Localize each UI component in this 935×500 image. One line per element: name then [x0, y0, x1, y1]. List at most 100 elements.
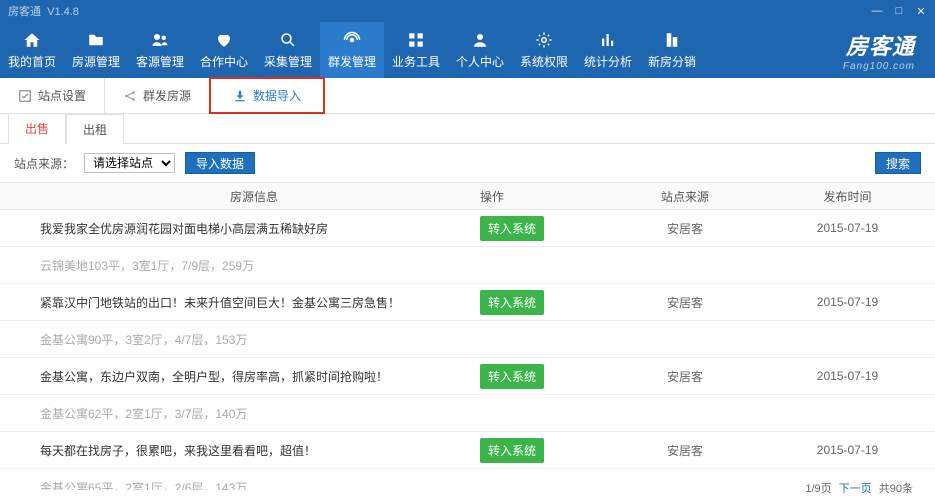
nav-label: 房源管理 [72, 53, 120, 70]
import-icon [233, 89, 247, 103]
nav-auth[interactable]: 系统权限 [512, 22, 576, 78]
nav-label: 个人中心 [456, 53, 504, 70]
search-button[interactable]: 搜索 [875, 152, 921, 174]
transfer-button[interactable]: 转入系统 [480, 364, 544, 389]
transfer-button[interactable]: 转入系统 [480, 216, 544, 241]
pager-pos: 1/9页 [805, 483, 831, 495]
nav-label: 业务工具 [392, 53, 440, 70]
nav-tools[interactable]: 业务工具 [384, 22, 448, 78]
tab-sale[interactable]: 出售 [8, 113, 66, 144]
home-icon [21, 30, 43, 50]
tool-label: 站点设置 [38, 87, 86, 104]
tool-data-import[interactable]: 数据导入 [209, 77, 325, 114]
table-row-meta: 云锦美地103平，3室1厅，7/9层，259万 [0, 247, 935, 284]
import-button[interactable]: 导入数据 [185, 152, 255, 174]
transfer-button[interactable]: 转入系统 [480, 438, 544, 463]
main-nav: 我的首页 房源管理 客源管理 合作中心 采集管理 群发管理 业务工具 个人中心 [0, 22, 935, 78]
table-row: 我爱我家全优房源润花园对面电梯小高层满五稀缺好房转入系统 安居客2015-07-1… [0, 210, 935, 247]
row-op: 转入系统 [480, 290, 610, 315]
minimize-icon[interactable]: — [871, 5, 883, 18]
brand-name: 房客通 [846, 29, 915, 61]
building-icon [661, 30, 683, 50]
row-op: 转入系统 [480, 364, 610, 389]
table-row-meta: 金基公寓62平，2室1厅，3/7层，140万 [0, 395, 935, 432]
person-icon [469, 30, 491, 50]
row-source: 安居客 [610, 294, 760, 311]
pager-next[interactable]: 下一页 [839, 483, 872, 495]
col-src: 站点来源 [610, 188, 760, 205]
nav-items: 我的首页 房源管理 客源管理 合作中心 采集管理 群发管理 业务工具 个人中心 [0, 22, 704, 78]
tool-site-setting[interactable]: 站点设置 [0, 78, 105, 113]
row-time: 2015-07-19 [760, 221, 935, 235]
nav-home[interactable]: 我的首页 [0, 22, 64, 78]
col-op: 操作 [480, 188, 610, 205]
table-row-meta: 金基公寓65平，2室1厅，2/6层，143万 [0, 469, 935, 490]
row-meta-text: 金基公寓65平，2室1厅，2/6层，143万 [0, 479, 480, 491]
folder-icon [85, 30, 107, 50]
pager: 1/9页 下一页 共90条 [805, 480, 913, 496]
table-body[interactable]: 我爱我家全优房源润花园对面电梯小高层满五稀缺好房转入系统安居客2015-07-1… [0, 210, 935, 490]
nav-listings[interactable]: 房源管理 [64, 22, 128, 78]
nav-customers[interactable]: 客源管理 [128, 22, 192, 78]
transfer-button[interactable]: 转入系统 [480, 290, 544, 315]
tool-mass-send[interactable]: 群发房源 [105, 78, 210, 113]
row-source: 安居客 [610, 220, 760, 237]
handshake-icon [213, 30, 235, 50]
row-time: 2015-07-19 [760, 443, 935, 457]
brand-sub: Fang100.com [843, 61, 915, 72]
tool-label: 群发房源 [143, 87, 191, 104]
nav-newhouse[interactable]: 新房分销 [640, 22, 704, 78]
broadcast-icon [341, 30, 363, 50]
row-title: 我爱我家全优房源润花园对面电梯小高层满五稀缺好房 [0, 220, 480, 237]
users-icon [149, 30, 171, 50]
table-row: 金基公寓，东边户双南，全明户型，得房率高，抓紧时间抢购啦！转入系统安居客2015… [0, 358, 935, 395]
nav-label: 系统权限 [520, 53, 568, 70]
nav-label: 客源管理 [136, 53, 184, 70]
row-meta-text: 金基公寓90平，3室2厅，4/7层，153万 [0, 331, 480, 348]
filter-label: 站点来源： [14, 155, 74, 172]
row-title: 紧靠汉中门地铁站的出口！未来升值空间巨大！金基公寓三房急售！ [0, 294, 480, 311]
title-bar: 房客通 V1.4.8 — □ ✕ [0, 0, 935, 22]
nav-label: 我的首页 [8, 53, 56, 70]
app-title: 房客通 V1.4.8 [8, 3, 79, 19]
table-header: 房源信息 操作 站点来源 发布时间 [0, 182, 935, 210]
row-op: 转入系统 [480, 216, 610, 241]
nav-broadcast[interactable]: 群发管理 [320, 22, 384, 78]
nav-coop[interactable]: 合作中心 [192, 22, 256, 78]
table-row: 紧靠汉中门地铁站的出口！未来升值空间巨大！金基公寓三房急售！转入系统 安居客201… [0, 284, 935, 321]
col-info: 房源信息 [0, 188, 480, 205]
filter-bar: 站点来源： 请选择站点 导入数据 搜索 [0, 144, 935, 182]
nav-profile[interactable]: 个人中心 [448, 22, 512, 78]
grid-icon [405, 30, 427, 50]
tab-rent[interactable]: 出租 [66, 114, 124, 144]
window-controls: — □ ✕ [871, 5, 927, 18]
tool-label: 数据导入 [253, 87, 301, 104]
row-op: 转入系统 [480, 438, 610, 463]
nav-label: 群发管理 [328, 53, 376, 70]
table-row: 每天都在找房子，很累吧，来我这里看看吧，超值！转入系统 安居客2015-07-19 [0, 432, 935, 469]
gear-icon [533, 30, 555, 50]
subnav-toolbar: 站点设置 群发房源 数据导入 [0, 78, 935, 114]
brand: 房客通 Fang100.com [843, 22, 925, 78]
nav-label: 采集管理 [264, 53, 312, 70]
close-icon[interactable]: ✕ [915, 5, 927, 18]
row-time: 2015-07-19 [760, 295, 935, 309]
col-time: 发布时间 [760, 188, 935, 205]
nav-label: 新房分销 [648, 53, 696, 70]
maximize-icon[interactable]: □ [893, 5, 905, 18]
source-select[interactable]: 请选择站点 [84, 153, 175, 173]
row-meta-text: 金基公寓62平，2室1厅，3/7层，140万 [0, 405, 480, 422]
chart-icon [597, 30, 619, 50]
row-time: 2015-07-19 [760, 369, 935, 383]
row-title: 每天都在找房子，很累吧，来我这里看看吧，超值！ [0, 442, 480, 459]
row-meta-text: 云锦美地103平，3室1厅，7/9层，259万 [0, 257, 480, 274]
pager-total: 共90条 [879, 483, 913, 495]
check-icon [18, 89, 32, 103]
table-row-meta: 金基公寓90平，3室2厅，4/7层，153万 [0, 321, 935, 358]
row-source: 安居客 [610, 442, 760, 459]
row-title: 金基公寓，东边户双南，全明户型，得房率高，抓紧时间抢购啦！ [0, 368, 480, 385]
nav-label: 统计分析 [584, 53, 632, 70]
nav-stats[interactable]: 统计分析 [576, 22, 640, 78]
nav-collect[interactable]: 采集管理 [256, 22, 320, 78]
search-icon [277, 30, 299, 50]
